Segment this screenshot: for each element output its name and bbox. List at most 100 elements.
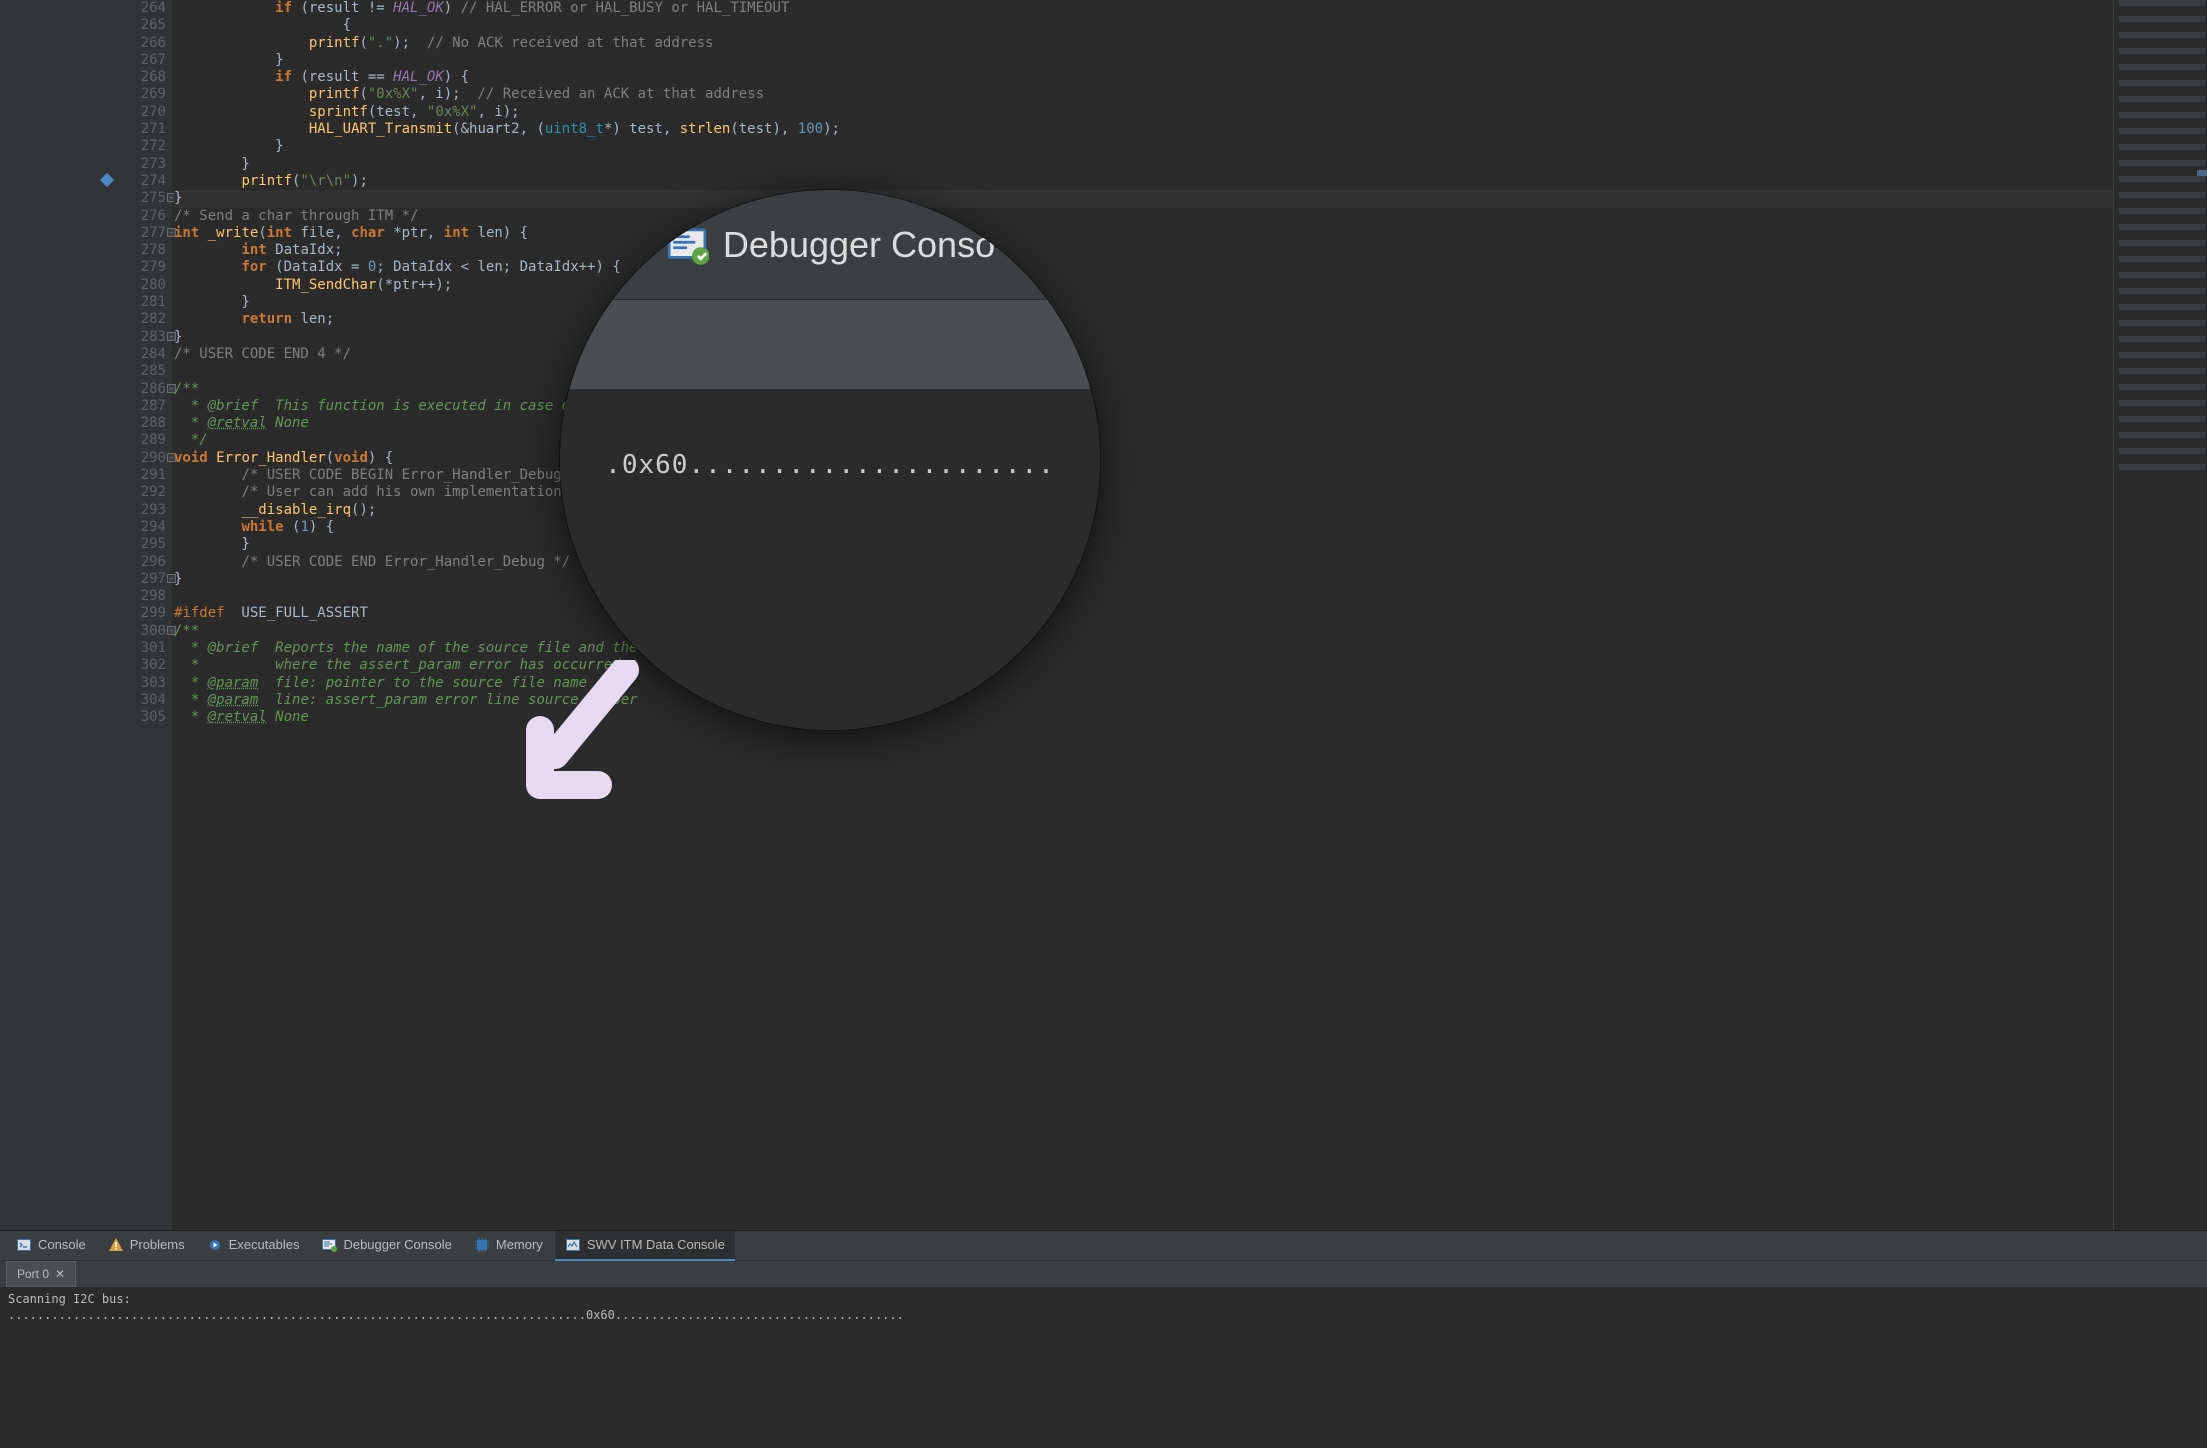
line-number: 295: [116, 536, 166, 553]
code-line[interactable]: }: [174, 156, 2113, 173]
line-number: 269: [116, 86, 166, 103]
warning-icon: [108, 1237, 124, 1253]
code-line[interactable]: * @brief Reports the name of the source …: [174, 640, 2113, 657]
code-line[interactable]: /* USER CODE END Error_Handler_Debug */: [174, 554, 2113, 571]
code-line[interactable]: }: [174, 536, 2113, 553]
code-line[interactable]: int _write(int file, char *ptr, int len)…: [174, 225, 2113, 242]
code-line[interactable]: if (result != HAL_OK) // HAL_ERROR or HA…: [174, 0, 2113, 17]
line-number: 266: [116, 35, 166, 52]
minimap-band: [2119, 112, 2205, 118]
tab-swv[interactable]: SWV ITM Data Console: [555, 1231, 735, 1261]
code-line[interactable]: {: [174, 17, 2113, 34]
code-line[interactable]: [174, 588, 2113, 605]
line-number: 304: [116, 692, 166, 709]
subtab-port-0[interactable]: Port 0 ✕: [6, 1261, 76, 1287]
code-line[interactable]: }: [174, 138, 2113, 155]
line-number: 287: [116, 398, 166, 415]
swv-icon: [565, 1237, 581, 1253]
line-number: 281: [116, 294, 166, 311]
code-line[interactable]: sprintf(test, "0x%X", i);: [174, 104, 2113, 121]
code-line[interactable]: return len;: [174, 311, 2113, 328]
minimap-band: [2119, 48, 2205, 54]
code-line[interactable]: ITM_SendChar(*ptr++);: [174, 277, 2113, 294]
minimap-band: [2119, 336, 2205, 342]
minimap-band: [2119, 96, 2205, 102]
code-line[interactable]: }: [174, 52, 2113, 69]
code-line[interactable]: [174, 363, 2113, 380]
code-line[interactable]: while (1) {: [174, 519, 2113, 536]
code-line[interactable]: /* USER CODE BEGIN Error_Handler_Debug *…: [174, 467, 2113, 484]
tab-label: Debugger Console: [343, 1237, 451, 1252]
tab-label: Memory: [496, 1237, 543, 1252]
minimap-band: [2119, 304, 2205, 310]
minimap-band: [2119, 176, 2205, 182]
code-line[interactable]: for (DataIdx = 0; DataIdx < len; DataIdx…: [174, 259, 2113, 276]
panel-tabbar: ConsoleProblemsExecutables Debugger Conso…: [0, 1231, 2207, 1261]
line-number: 300-: [116, 623, 166, 640]
line-number: 272: [116, 138, 166, 155]
code-line[interactable]: * @retval None: [174, 415, 2113, 432]
minimap-band: [2119, 288, 2205, 294]
tab-executables[interactable]: Executables: [197, 1231, 310, 1261]
minimap-band: [2119, 208, 2205, 214]
code-line[interactable]: */: [174, 432, 2113, 449]
code-line[interactable]: __disable_irq();: [174, 502, 2113, 519]
debug-console-icon: [321, 1237, 337, 1253]
tab-memory[interactable]: Memory: [464, 1231, 553, 1261]
code-line[interactable]: #ifdef USE_FULL_ASSERT: [174, 605, 2113, 622]
code-line[interactable]: int DataIdx;: [174, 242, 2113, 259]
code-line[interactable]: * @retval None: [174, 709, 2113, 726]
minimap-band: [2119, 0, 2205, 6]
code-line[interactable]: * @param line: assert_param error line s…: [174, 692, 2113, 709]
line-number: 290-: [116, 450, 166, 467]
console-output[interactable]: Scanning I2C bus:.......................…: [0, 1287, 2207, 1448]
minimap-band: [2119, 144, 2205, 150]
line-number-gutter: 264265266267268269270271272273274275-276…: [116, 0, 172, 1230]
code-line[interactable]: /**: [174, 381, 2113, 398]
bottom-panel: ConsoleProblemsExecutables Debugger Conso…: [0, 1230, 2207, 1448]
tab-console[interactable]: Console: [6, 1231, 96, 1261]
code-area[interactable]: if (result != HAL_OK) // HAL_ERROR or HA…: [172, 0, 2113, 1230]
line-number: 284: [116, 346, 166, 363]
terminal-icon: [16, 1237, 32, 1253]
code-line[interactable]: void Error_Handler(void) {: [174, 450, 2113, 467]
code-line[interactable]: }: [174, 190, 2113, 207]
line-number: 277-: [116, 225, 166, 242]
code-line[interactable]: printf("0x%X", i); // Received an ACK at…: [174, 86, 2113, 103]
code-line[interactable]: * where the assert_param error has occur…: [174, 657, 2113, 674]
panel-subtabbar: Port 0 ✕: [0, 1261, 2207, 1287]
code-line[interactable]: }: [174, 329, 2113, 346]
minimap-band: [2119, 80, 2205, 86]
minimap-band: [2119, 160, 2205, 166]
line-number: 264: [116, 0, 166, 17]
tab-debugger-console[interactable]: Debugger Console: [311, 1231, 461, 1261]
console-line: ........................................…: [8, 1307, 2199, 1323]
code-line[interactable]: }: [174, 294, 2113, 311]
code-line[interactable]: if (result == HAL_OK) {: [174, 69, 2113, 86]
code-editor[interactable]: 264265266267268269270271272273274275-276…: [0, 0, 2207, 1230]
line-number: 296: [116, 554, 166, 571]
tab-problems[interactable]: Problems: [98, 1231, 195, 1261]
code-line[interactable]: }: [174, 571, 2113, 588]
line-number: 283-: [116, 329, 166, 346]
tab-label: SWV ITM Data Console: [587, 1237, 725, 1252]
code-line[interactable]: printf("."); // No ACK received at that …: [174, 35, 2113, 52]
code-line[interactable]: /* USER CODE END 4 */: [174, 346, 2113, 363]
code-line[interactable]: HAL_UART_Transmit(&huart2, (uint8_t*) te…: [174, 121, 2113, 138]
code-line[interactable]: /**: [174, 623, 2113, 640]
minimap-band: [2119, 256, 2205, 262]
code-line[interactable]: printf("\r\n");: [174, 173, 2113, 190]
minimap-band: [2119, 32, 2205, 38]
code-line[interactable]: /* User can add his own implementation t…: [174, 484, 2113, 501]
code-line[interactable]: * @param file: pointer to the source fil…: [174, 675, 2113, 692]
close-icon[interactable]: ✕: [55, 1267, 65, 1281]
code-line[interactable]: * @brief This function is executed in ca…: [174, 398, 2113, 415]
line-number: 280: [116, 277, 166, 294]
gear-run-icon: [207, 1237, 223, 1253]
line-number: 265: [116, 17, 166, 34]
line-number: 275-: [116, 190, 166, 207]
minimap-band: [2119, 128, 2205, 134]
line-number: 303: [116, 675, 166, 692]
code-line[interactable]: /* Send a char through ITM */: [174, 208, 2113, 225]
minimap-scrollbar[interactable]: [2113, 0, 2207, 1230]
